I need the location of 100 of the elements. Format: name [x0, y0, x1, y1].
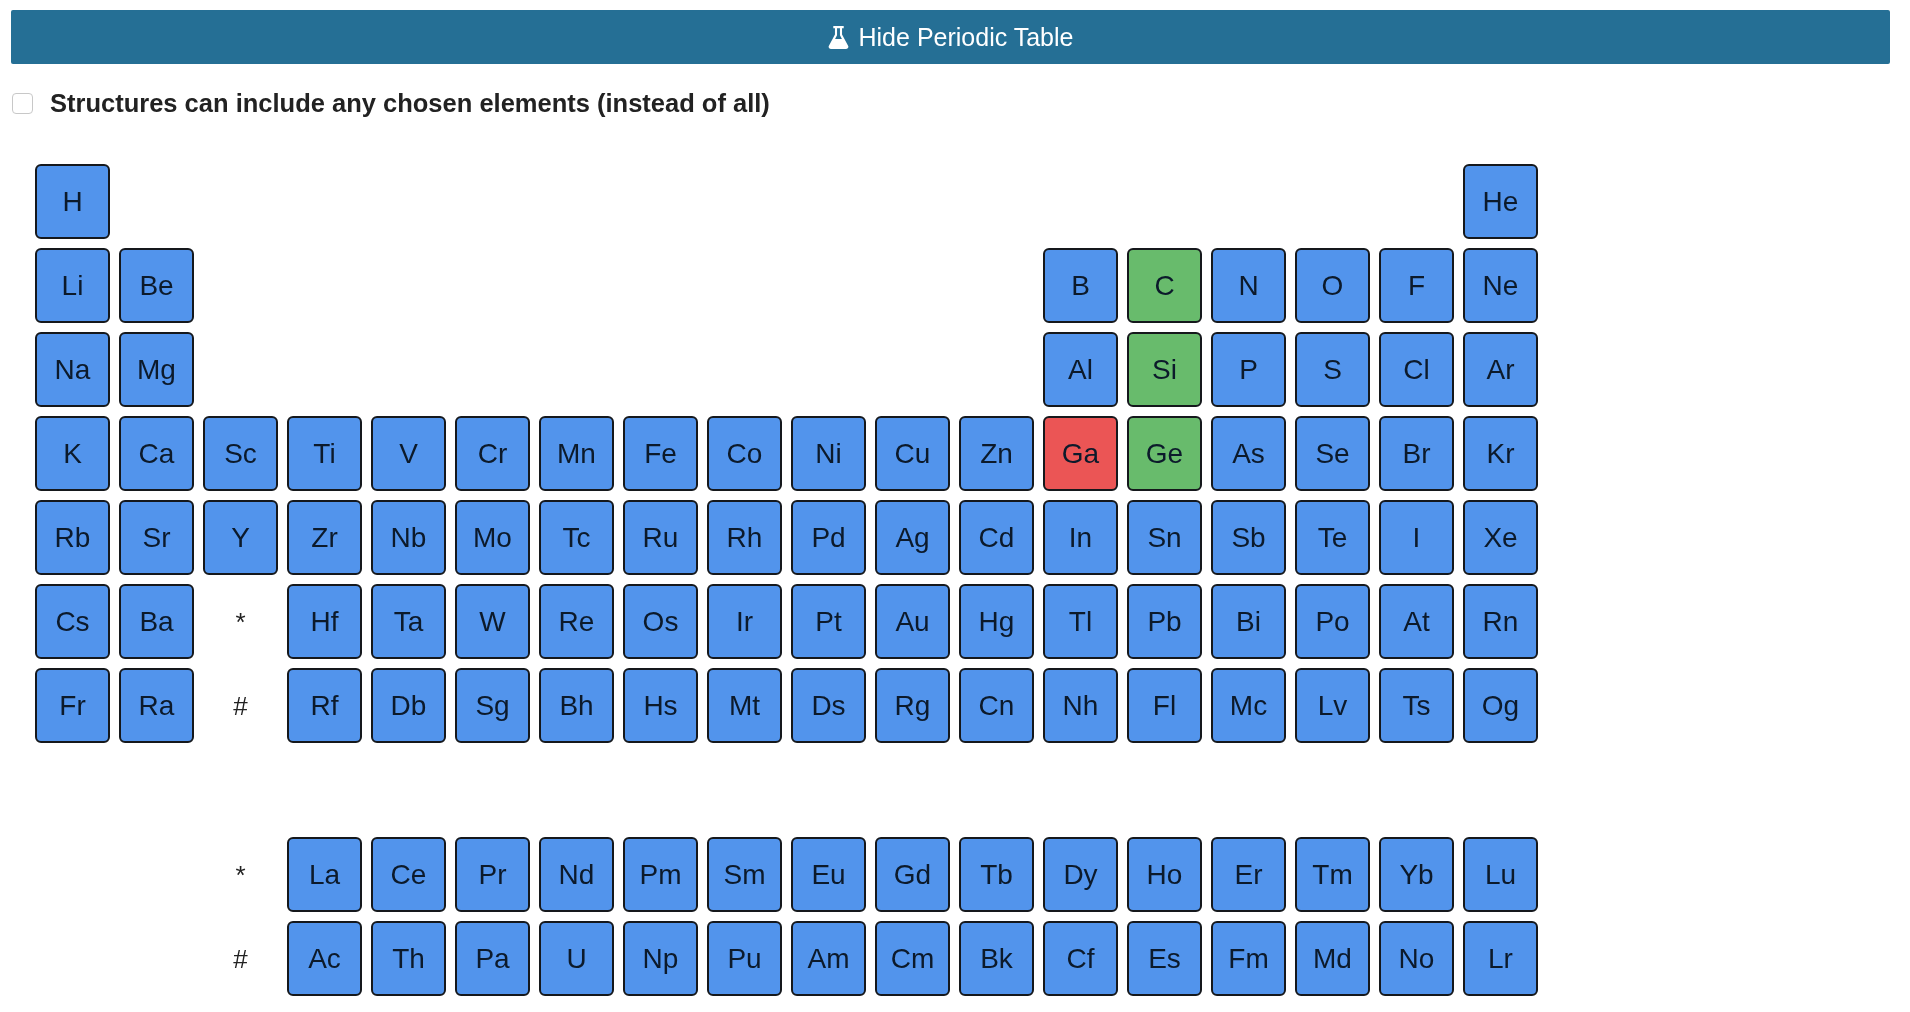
element-button[interactable]: V — [371, 416, 446, 491]
element-button[interactable]: Ga — [1043, 416, 1118, 491]
element-button[interactable]: Co — [707, 416, 782, 491]
element-button[interactable]: Md — [1295, 921, 1370, 996]
element-button[interactable]: Er — [1211, 837, 1286, 912]
element-button[interactable]: Sm — [707, 837, 782, 912]
element-button[interactable]: Ca — [119, 416, 194, 491]
element-button[interactable]: Ge — [1127, 416, 1202, 491]
element-button[interactable]: Rg — [875, 668, 950, 743]
element-button[interactable]: Sn — [1127, 500, 1202, 575]
element-button[interactable]: Ds — [791, 668, 866, 743]
element-button[interactable]: C — [1127, 248, 1202, 323]
element-button[interactable]: U — [539, 921, 614, 996]
element-button[interactable]: Mn — [539, 416, 614, 491]
element-button[interactable]: Na — [35, 332, 110, 407]
element-button[interactable]: Ta — [371, 584, 446, 659]
element-button[interactable]: Hs — [623, 668, 698, 743]
element-button[interactable]: Bi — [1211, 584, 1286, 659]
element-button[interactable]: At — [1379, 584, 1454, 659]
element-button[interactable]: F — [1379, 248, 1454, 323]
element-button[interactable]: Cr — [455, 416, 530, 491]
element-button[interactable]: No — [1379, 921, 1454, 996]
element-button[interactable]: Gd — [875, 837, 950, 912]
element-button[interactable]: Ir — [707, 584, 782, 659]
element-button[interactable]: Ra — [119, 668, 194, 743]
element-button[interactable]: Yb — [1379, 837, 1454, 912]
element-button[interactable]: Tc — [539, 500, 614, 575]
element-button[interactable]: Rh — [707, 500, 782, 575]
element-button[interactable]: S — [1295, 332, 1370, 407]
element-button[interactable]: Re — [539, 584, 614, 659]
element-button[interactable]: Ts — [1379, 668, 1454, 743]
element-button[interactable]: Cs — [35, 584, 110, 659]
element-button[interactable]: Nd — [539, 837, 614, 912]
element-button[interactable]: Hg — [959, 584, 1034, 659]
element-button[interactable]: Fl — [1127, 668, 1202, 743]
element-button[interactable]: Ag — [875, 500, 950, 575]
element-button[interactable]: Nh — [1043, 668, 1118, 743]
element-button[interactable]: Ar — [1463, 332, 1538, 407]
element-button[interactable]: Db — [371, 668, 446, 743]
element-button[interactable]: Te — [1295, 500, 1370, 575]
element-button[interactable]: Ba — [119, 584, 194, 659]
element-button[interactable]: Rf — [287, 668, 362, 743]
element-button[interactable]: Mo — [455, 500, 530, 575]
element-button[interactable]: Be — [119, 248, 194, 323]
element-button[interactable]: Kr — [1463, 416, 1538, 491]
element-button[interactable]: Dy — [1043, 837, 1118, 912]
element-button[interactable]: Es — [1127, 921, 1202, 996]
element-button[interactable]: Ni — [791, 416, 866, 491]
element-button[interactable]: Mg — [119, 332, 194, 407]
element-button[interactable]: La — [287, 837, 362, 912]
element-button[interactable]: Ac — [287, 921, 362, 996]
element-button[interactable]: As — [1211, 416, 1286, 491]
element-button[interactable]: He — [1463, 164, 1538, 239]
element-button[interactable]: Br — [1379, 416, 1454, 491]
element-button[interactable]: Zn — [959, 416, 1034, 491]
element-button[interactable]: Ti — [287, 416, 362, 491]
element-button[interactable]: Fe — [623, 416, 698, 491]
checkbox[interactable] — [12, 93, 33, 114]
element-button[interactable]: Ne — [1463, 248, 1538, 323]
element-button[interactable]: Sr — [119, 500, 194, 575]
element-button[interactable]: Pm — [623, 837, 698, 912]
element-button[interactable]: Al — [1043, 332, 1118, 407]
element-button[interactable]: Th — [371, 921, 446, 996]
element-button[interactable]: Eu — [791, 837, 866, 912]
element-button[interactable]: I — [1379, 500, 1454, 575]
element-button[interactable]: Sc — [203, 416, 278, 491]
element-button[interactable]: Cd — [959, 500, 1034, 575]
element-button[interactable]: Lr — [1463, 921, 1538, 996]
element-button[interactable]: Si — [1127, 332, 1202, 407]
element-button[interactable]: K — [35, 416, 110, 491]
element-button[interactable]: Mt — [707, 668, 782, 743]
element-button[interactable]: Pa — [455, 921, 530, 996]
element-button[interactable]: Pt — [791, 584, 866, 659]
element-button[interactable]: Rn — [1463, 584, 1538, 659]
element-button[interactable]: Og — [1463, 668, 1538, 743]
element-button[interactable]: Fm — [1211, 921, 1286, 996]
element-button[interactable]: Li — [35, 248, 110, 323]
element-button[interactable]: Bk — [959, 921, 1034, 996]
element-button[interactable]: Os — [623, 584, 698, 659]
element-button[interactable]: Cu — [875, 416, 950, 491]
element-button[interactable]: Pu — [707, 921, 782, 996]
element-button[interactable]: Rb — [35, 500, 110, 575]
element-button[interactable]: In — [1043, 500, 1118, 575]
element-button[interactable]: Au — [875, 584, 950, 659]
element-button[interactable]: Np — [623, 921, 698, 996]
element-button[interactable]: Se — [1295, 416, 1370, 491]
element-button[interactable]: H — [35, 164, 110, 239]
element-button[interactable]: N — [1211, 248, 1286, 323]
element-button[interactable]: Ce — [371, 837, 446, 912]
element-button[interactable]: Pd — [791, 500, 866, 575]
hide-periodic-table-button[interactable]: Hide Periodic Table — [11, 10, 1890, 64]
element-button[interactable]: Pb — [1127, 584, 1202, 659]
element-button[interactable]: Y — [203, 500, 278, 575]
element-button[interactable]: Bh — [539, 668, 614, 743]
element-button[interactable]: Lu — [1463, 837, 1538, 912]
element-button[interactable]: Am — [791, 921, 866, 996]
element-button[interactable]: Ru — [623, 500, 698, 575]
element-button[interactable]: Tm — [1295, 837, 1370, 912]
element-button[interactable]: O — [1295, 248, 1370, 323]
element-button[interactable]: Tb — [959, 837, 1034, 912]
